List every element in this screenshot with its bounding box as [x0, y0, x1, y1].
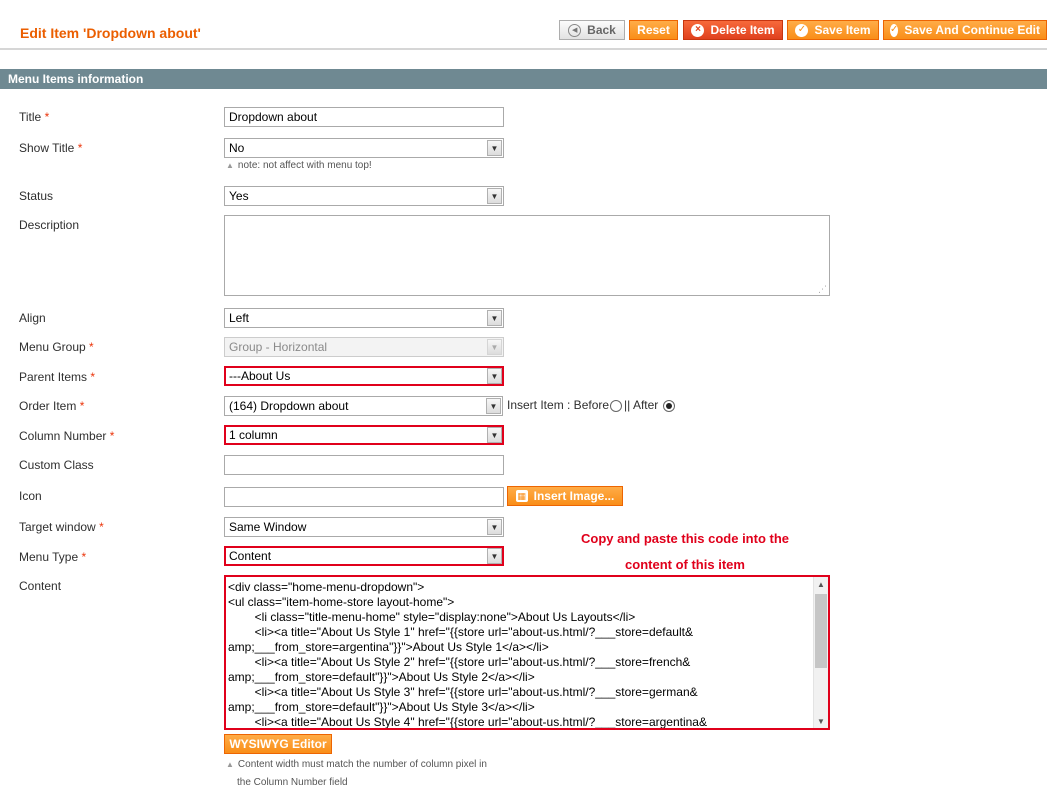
check-icon: ✓ [890, 23, 899, 37]
insert-position-group: Insert Item : Before || After [507, 398, 677, 412]
order-item-label: Order Item * [19, 399, 85, 413]
align-label: Align [19, 311, 46, 325]
chevron-down-icon: ▼ [487, 310, 502, 326]
triangle-icon: ▲ [226, 161, 234, 170]
image-icon: ▦ [515, 490, 528, 502]
status-select[interactable]: Yes ▼ [224, 186, 504, 206]
annotation-line-1: Copy and paste this code into the [580, 531, 790, 546]
custom-class-input[interactable] [224, 455, 504, 475]
header-divider [0, 48, 1047, 50]
title-input[interactable]: Dropdown about [224, 107, 504, 127]
description-label: Description [19, 218, 80, 232]
chevron-down-icon: ▼ [487, 519, 502, 535]
show-title-label: Show Title * [19, 141, 83, 155]
target-window-label: Target window * [19, 520, 104, 534]
resize-grip-icon[interactable]: ⋰ [818, 284, 827, 295]
target-window-select[interactable]: Same Window ▼ [224, 517, 504, 537]
save-item-button[interactable]: ✓ Save Item [787, 20, 879, 40]
insert-image-button[interactable]: ▦ Insert Image... [507, 486, 623, 506]
wysiwyg-editor-button[interactable]: WYSIWYG Editor [224, 734, 332, 754]
icon-label: Icon [19, 489, 42, 503]
content-textarea[interactable]: <div class="home-menu-dropdown"> <ul cla… [224, 575, 830, 730]
menu-group-label: Menu Group * [19, 340, 94, 354]
title-label: Title * [19, 110, 50, 124]
chevron-down-icon: ▼ [487, 188, 502, 204]
page-title: Edit Item 'Dropdown about' [20, 25, 201, 41]
back-arrow-icon: ◀ [568, 23, 582, 37]
save-continue-button[interactable]: ✓ Save And Continue Edit [883, 20, 1047, 40]
scroll-thumb[interactable] [815, 594, 827, 668]
column-number-select[interactable]: 1 column ▼ [224, 425, 504, 445]
chevron-down-icon: ▼ [486, 398, 501, 414]
chevron-down-icon: ▼ [487, 339, 502, 355]
content-label: Content [19, 579, 62, 593]
menu-group-select: Group - Horizontal ▼ [224, 337, 504, 357]
order-item-select[interactable]: (164) Dropdown about ▼ [224, 396, 503, 416]
status-label: Status [19, 189, 54, 203]
insert-before-radio[interactable] [610, 400, 623, 412]
back-button[interactable]: ◀ Back [559, 20, 625, 40]
parent-items-label: Parent Items * [19, 370, 96, 384]
chevron-down-icon: ▼ [487, 548, 502, 564]
content-note-line-1: ▲ Content width must match the number of … [226, 759, 487, 770]
insert-after-radio[interactable] [663, 400, 676, 412]
chevron-down-icon: ▼ [487, 368, 502, 384]
icon-input[interactable] [224, 487, 504, 507]
description-textarea[interactable]: ⋰ [224, 215, 830, 296]
content-code[interactable]: <div class="home-menu-dropdown"> <ul cla… [228, 580, 810, 728]
parent-items-select[interactable]: ---About Us ▼ [224, 366, 504, 386]
align-select[interactable]: Left ▼ [224, 308, 504, 328]
reset-button[interactable]: Reset [629, 20, 678, 40]
scroll-up-icon[interactable]: ▲ [814, 577, 828, 591]
scroll-down-icon[interactable]: ▼ [814, 714, 828, 728]
delete-item-button[interactable]: × Delete Item [683, 20, 783, 40]
show-title-select[interactable]: No ▼ [224, 138, 504, 158]
menu-type-select[interactable]: Content ▼ [224, 546, 504, 566]
delete-icon: × [691, 23, 705, 37]
custom-class-label: Custom Class [19, 458, 94, 472]
triangle-icon: ▲ [226, 760, 234, 769]
content-note-line-2: the Column Number field [237, 777, 348, 788]
annotation-line-2: content of this item [625, 557, 745, 572]
menu-type-label: Menu Type * [19, 550, 87, 564]
content-scrollbar[interactable]: ▲ ▼ [813, 577, 828, 728]
column-number-label: Column Number * [19, 429, 115, 443]
section-header: Menu Items information [0, 69, 1047, 89]
chevron-down-icon: ▼ [487, 427, 502, 443]
show-title-note: ▲ note: not affect with menu top! [226, 160, 372, 171]
chevron-down-icon: ▼ [487, 140, 502, 156]
check-icon: ✓ [795, 23, 809, 37]
